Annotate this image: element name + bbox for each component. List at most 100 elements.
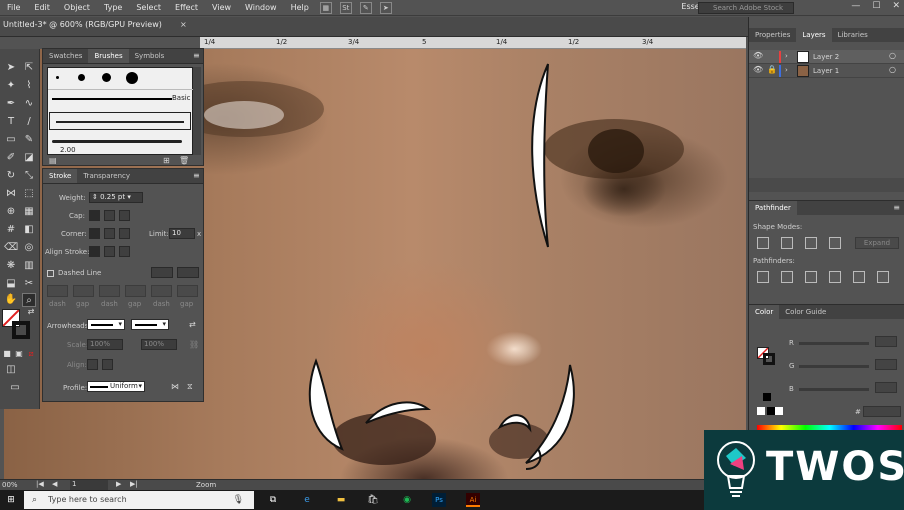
width-tool-icon[interactable]: ⋈ xyxy=(4,187,18,201)
artboard-nav-prev-icon[interactable]: ◀ xyxy=(52,480,57,488)
eyedropper-tool-icon[interactable]: ⌫ xyxy=(4,241,18,255)
basic-brush-stroke[interactable] xyxy=(52,98,172,100)
profile-select[interactable]: Uniform ▾ xyxy=(87,381,145,392)
stock-search-input[interactable]: Search Adobe Stock xyxy=(698,2,794,14)
microphone-icon[interactable]: 🎙 xyxy=(233,491,244,509)
crop-button[interactable] xyxy=(829,271,841,283)
dashed-line-checkbox[interactable] xyxy=(47,270,54,277)
tab-transparency[interactable]: Transparency xyxy=(77,169,136,183)
menu-effect[interactable]: Effect xyxy=(168,3,205,12)
minus-front-button[interactable] xyxy=(781,237,793,249)
stock-icon[interactable]: St xyxy=(339,1,352,14)
brush-tip[interactable] xyxy=(56,76,59,79)
scale-tool-icon[interactable]: ⤡ xyxy=(22,169,36,183)
link-scale-icon[interactable]: ⛓ xyxy=(189,340,199,349)
menu-window[interactable]: Window xyxy=(238,3,284,12)
red-slider[interactable] xyxy=(799,342,869,345)
align-outside-button[interactable] xyxy=(119,246,130,257)
align-dash-button[interactable] xyxy=(177,267,199,278)
brush-libraries-menu-icon[interactable]: ▤ xyxy=(49,156,57,165)
blue-value-input[interactable] xyxy=(875,382,897,393)
weight-input[interactable]: ⇕ 0.25 pt ▾ xyxy=(89,192,143,203)
butt-cap-button[interactable] xyxy=(89,210,100,221)
layer-row[interactable]: 👁 › Layer 2 ○ xyxy=(749,50,904,64)
dash-input-1[interactable] xyxy=(47,285,68,297)
expand-layer-icon[interactable]: › xyxy=(785,66,788,74)
bevel-join-button[interactable] xyxy=(119,228,130,239)
direct-selection-tool-icon[interactable]: ⇱ xyxy=(22,61,36,75)
menu-file[interactable]: File xyxy=(0,3,27,12)
hand-tool-icon[interactable]: ✋ xyxy=(4,293,18,307)
projecting-cap-button[interactable] xyxy=(119,210,130,221)
curvature-tool-icon[interactable]: ∿ xyxy=(22,97,36,111)
minimize-icon[interactable]: — xyxy=(851,1,860,11)
tab-swatches[interactable]: Swatches xyxy=(43,49,88,63)
mesh-tool-icon[interactable]: # xyxy=(4,223,18,237)
menu-edit[interactable]: Edit xyxy=(27,3,57,12)
color-stroke-swatch[interactable] xyxy=(763,353,775,365)
none-color-swatch[interactable] xyxy=(757,407,765,415)
blend-tool-icon[interactable]: ◎ xyxy=(22,241,36,255)
stroke-swatch[interactable] xyxy=(12,321,30,339)
target-circle-icon[interactable]: ○ xyxy=(889,65,896,74)
panel-menu-icon[interactable]: ≡ xyxy=(193,171,200,180)
store-icon[interactable]: 🛍 xyxy=(366,493,380,507)
maximize-icon[interactable]: ☐ xyxy=(872,1,880,11)
layer-name[interactable]: Layer 1 xyxy=(813,67,839,75)
dash-input-3[interactable] xyxy=(151,285,172,297)
free-transform-tool-icon[interactable]: ⬚ xyxy=(22,187,36,201)
brush-tip[interactable] xyxy=(78,74,85,81)
brush-icon[interactable]: ✎ xyxy=(359,1,372,14)
tab-layers[interactable]: Layers xyxy=(796,28,832,42)
hex-value-input[interactable] xyxy=(863,406,901,417)
type-tool-icon[interactable]: T xyxy=(4,115,18,129)
gap-input-2[interactable] xyxy=(125,285,146,297)
screen-mode-icon[interactable]: ▭ xyxy=(8,381,22,395)
arrow-tip-extend-button[interactable] xyxy=(87,359,98,370)
vector-shape[interactable] xyxy=(308,358,344,451)
blue-slider[interactable] xyxy=(799,388,869,391)
brush-library[interactable]: Basic 2.00 xyxy=(47,67,194,155)
gradient-tool-icon[interactable]: ◧ xyxy=(22,223,36,237)
menu-type[interactable]: Type xyxy=(97,3,129,12)
artboard-tool-icon[interactable]: ⬓ xyxy=(4,277,18,291)
start-arrowhead-select[interactable]: ▾ xyxy=(87,319,125,330)
target-circle-icon[interactable]: ○ xyxy=(889,51,896,60)
white-color-swatch[interactable] xyxy=(775,407,783,415)
tab-symbols[interactable]: Symbols xyxy=(129,49,171,63)
brush-tip[interactable] xyxy=(102,73,111,82)
gap-input-1[interactable] xyxy=(73,285,94,297)
slice-tool-icon[interactable]: ✂ xyxy=(22,277,36,291)
vector-shape[interactable] xyxy=(531,63,549,248)
expand-layer-icon[interactable]: › xyxy=(785,52,788,60)
artboard-nav-last-icon[interactable]: ▶| xyxy=(130,480,138,488)
edge-icon[interactable]: e xyxy=(300,493,314,507)
spotify-icon[interactable]: ◉ xyxy=(400,493,414,507)
shaper-tool-icon[interactable]: ✐ xyxy=(4,151,18,165)
intersect-button[interactable] xyxy=(805,237,817,249)
symbol-sprayer-tool-icon[interactable]: ❋ xyxy=(4,259,18,273)
eraser-tool-icon[interactable]: ◪ xyxy=(22,151,36,165)
tab-libraries[interactable]: Libraries xyxy=(832,28,874,42)
zoom-level[interactable]: 00% xyxy=(2,481,18,489)
layer-name[interactable]: Layer 2 xyxy=(813,53,839,61)
layer-row[interactable]: 👁 🔒 › Layer 1 ○ xyxy=(749,64,904,78)
tab-color[interactable]: Color xyxy=(749,305,780,319)
send-icon[interactable]: ➤ xyxy=(379,1,392,14)
preserve-dash-button[interactable] xyxy=(151,267,173,278)
lasso-tool-icon[interactable]: ⌇ xyxy=(22,79,36,93)
green-value-input[interactable] xyxy=(875,359,897,370)
menu-view[interactable]: View xyxy=(205,3,238,12)
illustrator-icon[interactable]: Ai xyxy=(466,493,480,507)
task-view-icon[interactable]: ⧉ xyxy=(266,493,280,507)
artboard-nav-first-icon[interactable]: |◀ xyxy=(36,480,44,488)
end-scale-input[interactable]: 100% xyxy=(141,339,177,350)
swap-colors-icon[interactable]: ⇄ xyxy=(24,305,38,319)
brush-tip[interactable] xyxy=(126,72,138,84)
gap-input-3[interactable] xyxy=(177,285,198,297)
round-join-button[interactable] xyxy=(104,228,115,239)
expand-button[interactable]: Expand xyxy=(855,237,899,249)
none-mode-icon[interactable]: ⧄ xyxy=(24,347,38,361)
close-document-icon[interactable]: × xyxy=(180,20,187,29)
draw-normal-icon[interactable]: ◫ xyxy=(4,363,18,377)
